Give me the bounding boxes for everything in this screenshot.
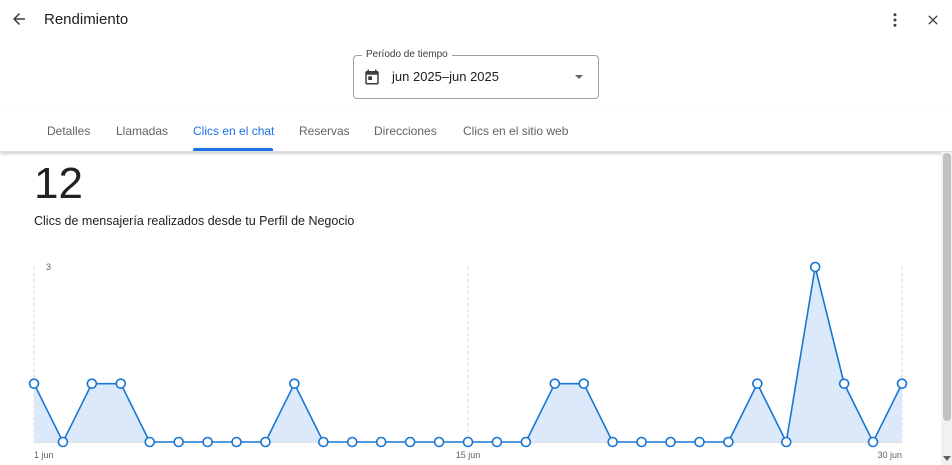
data-point-22 xyxy=(665,436,676,448)
data-point-2 xyxy=(86,378,98,389)
data-point-15 xyxy=(462,436,474,448)
app-header: Rendimiento xyxy=(0,0,952,40)
data-point-9 xyxy=(289,378,300,389)
data-point-16 xyxy=(491,436,503,448)
clicks-area-chart: 3 1 jun 15 jun 30 jun xyxy=(28,261,908,460)
data-point-14 xyxy=(433,436,445,448)
data-point-6 xyxy=(202,436,213,448)
more-vert-icon xyxy=(893,13,897,27)
period-value: jun 2025–jun 2025 xyxy=(392,69,499,84)
data-point-13 xyxy=(404,436,416,448)
tab-detalles[interactable]: Detalles xyxy=(47,124,90,138)
metric-value: 12 xyxy=(34,159,83,208)
active-tab-indicator xyxy=(193,148,273,151)
data-point-11 xyxy=(346,436,358,448)
data-point-17 xyxy=(520,436,532,448)
period-label: Período de tiempo xyxy=(362,49,452,61)
data-point-0 xyxy=(28,378,40,389)
x-tick-label-0: 1 jun xyxy=(34,450,54,460)
y-tick-label: 3 xyxy=(46,262,51,272)
period-select[interactable]: Período de tiempo jun 2025–jun 2025 xyxy=(353,49,599,99)
tab-bar: Detalles Llamadas Clics en el chat Reser… xyxy=(0,112,952,152)
data-point-12 xyxy=(375,436,387,448)
data-point-26 xyxy=(780,436,792,448)
arrow-back-icon xyxy=(13,13,25,25)
data-point-30 xyxy=(896,378,908,389)
tab-reservas[interactable]: Reservas xyxy=(299,124,350,138)
data-point-3 xyxy=(115,378,127,389)
data-point-1 xyxy=(57,436,69,448)
data-point-25 xyxy=(752,378,763,389)
calendar-icon xyxy=(365,69,379,85)
data-point-28 xyxy=(838,378,850,389)
metric-description: Clics de mensajería realizados desde tu … xyxy=(34,214,355,228)
data-point-21 xyxy=(636,436,647,448)
scrollbar-thumb[interactable] xyxy=(943,153,951,421)
data-point-18 xyxy=(549,378,561,389)
close-icon xyxy=(928,15,938,25)
scroll-down-arrow-icon[interactable] xyxy=(942,455,952,463)
x-tick-label-1: 15 jun xyxy=(456,450,481,460)
close-button[interactable] xyxy=(923,10,943,30)
data-point-5 xyxy=(173,436,184,448)
data-point-10 xyxy=(318,436,329,448)
x-tick-label-2: 30 jun xyxy=(877,450,902,460)
dropdown-caret-icon xyxy=(575,75,583,79)
data-point-29 xyxy=(867,436,879,448)
data-point-24 xyxy=(723,436,734,448)
tab-llamadas[interactable]: Llamadas xyxy=(116,124,168,138)
data-point-20 xyxy=(607,436,618,448)
data-point-4 xyxy=(144,436,156,448)
tab-direcciones[interactable]: Direcciones xyxy=(374,124,437,138)
tab-clics-chat[interactable]: Clics en el chat xyxy=(193,124,274,138)
tab-clics-sitio-web[interactable]: Clics en el sitio web xyxy=(463,124,568,138)
page-title: Rendimiento xyxy=(44,11,129,28)
data-point-19 xyxy=(578,378,590,389)
more-options-button[interactable] xyxy=(885,10,905,30)
data-point-7 xyxy=(231,436,242,448)
data-point-27 xyxy=(809,261,821,273)
data-point-8 xyxy=(260,436,271,448)
back-button[interactable] xyxy=(8,8,30,30)
data-point-23 xyxy=(694,436,705,448)
